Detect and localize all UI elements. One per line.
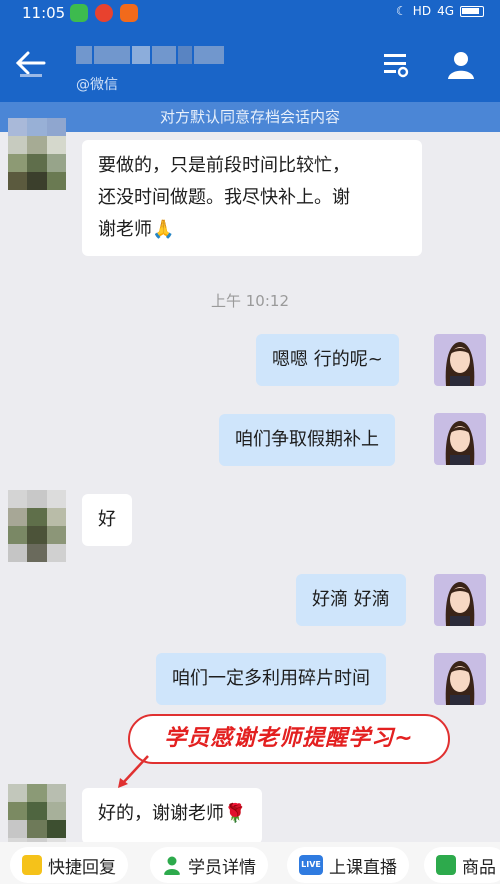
goods-label: 商品 (462, 857, 496, 878)
teacher-avatar[interactable] (434, 334, 486, 386)
teacher-avatar[interactable] (434, 413, 486, 465)
quick-reply-button[interactable]: 快捷回复 (10, 847, 128, 883)
person-icon[interactable] (446, 50, 476, 80)
live-class-button[interactable]: LIVE 上课直播 (287, 847, 409, 883)
timestamp: 上午 10:12 (211, 292, 289, 310)
app-notification-icon (120, 4, 138, 22)
student-details-label: 学员详情 (188, 857, 256, 878)
battery-icon (460, 5, 484, 17)
student-icon (164, 856, 180, 875)
incoming-message[interactable]: 好的，谢谢老师🌹 (82, 788, 263, 844)
quick-reply-label: 快捷回复 (48, 857, 116, 878)
student-details-button[interactable]: 学员详情 (150, 847, 268, 883)
teacher-avatar[interactable] (434, 574, 486, 626)
incoming-message[interactable]: 好 (82, 494, 132, 546)
message-line: 要做的，只是前段时间比较忙， (98, 155, 350, 176)
menu-list-icon[interactable] (381, 50, 411, 78)
annotation-callout: 学员感谢老师提醒学习~ (128, 714, 450, 764)
message-line: 还没时间做题。我尽快补上。谢 (98, 187, 350, 208)
archive-notice: 对方默认同意存档会话内容 (0, 102, 500, 132)
goods-button[interactable]: 商品 (424, 847, 500, 883)
moon-icon: ☾ (396, 4, 407, 18)
outgoing-message[interactable]: 咱们一定多利用碎片时间 (156, 653, 386, 705)
live-icon: LIVE (299, 855, 323, 875)
chat-header: @微信 (0, 26, 500, 102)
live-class-label: 上课直播 (329, 857, 397, 878)
outgoing-message[interactable]: 咱们争取假期补上 (219, 414, 395, 466)
status-time: 11:05 (22, 4, 66, 22)
back-arrow-icon[interactable] (14, 48, 48, 78)
outgoing-message[interactable]: 好滴 好滴 (296, 574, 406, 626)
wechat-notification-icon (70, 4, 88, 22)
goods-icon (436, 855, 456, 875)
contact-name-blurred (76, 46, 286, 68)
network-label: 4G (437, 4, 454, 18)
weibo-notification-icon (95, 4, 113, 22)
status-bar: 11:05 ☾ HD 4G (0, 0, 500, 26)
incoming-message[interactable]: 要做的，只是前段时间比较忙， 还没时间做题。我尽快补上。谢 谢老师🙏 (82, 140, 422, 256)
contact-subtitle: @微信 (76, 77, 118, 93)
hd-label: HD (412, 4, 432, 18)
red-arrow-icon (118, 755, 149, 788)
contact-avatar[interactable] (8, 118, 66, 190)
teacher-avatar[interactable] (434, 653, 486, 705)
message-line: 谢老师🙏 (98, 219, 175, 240)
outgoing-message[interactable]: 嗯嗯 行的呢~ (256, 334, 399, 386)
status-indicators: ☾ HD 4G (396, 4, 484, 18)
quick-reply-icon (22, 855, 42, 875)
contact-avatar[interactable] (8, 490, 66, 562)
bottom-action-bar: 快捷回复 学员详情 LIVE 上课直播 商品 (0, 842, 500, 884)
